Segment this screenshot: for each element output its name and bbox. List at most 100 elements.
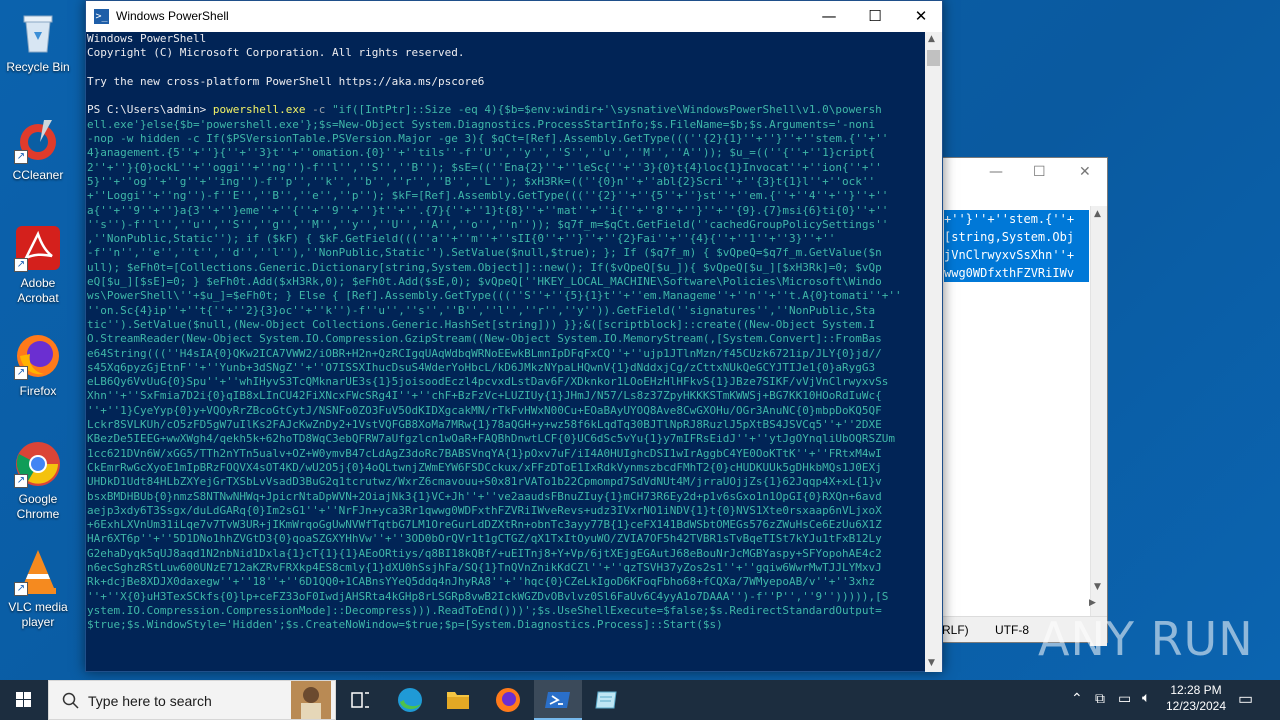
selected-text-line: [string,System.Obj (944, 228, 1089, 246)
console-line: Lckr8SVLKUh/cO5zFD5gW7uIlKs2FAJcKwZnDy2+… (87, 418, 926, 432)
minimize-button[interactable]: — (806, 1, 852, 32)
shortcut-arrow-icon: ↗ (14, 150, 28, 164)
console-line: CkEmrRwGcXyoE1mIpBRzFOQVX4sOT4KD/wU2O5j{… (87, 461, 926, 475)
chrome-icon: ↗ (14, 440, 62, 488)
console-text-segment: Xhn''+''SxFmia7D2i{0}qIB8xLInCU42FiXNcxF… (87, 389, 882, 403)
console-text-segment: powershell.exe (212, 103, 306, 117)
desktop-icon-label: VLC media player (8, 600, 68, 629)
scroll-down-icon[interactable]: ▼ (928, 658, 935, 668)
shortcut-arrow-icon: ↗ (14, 582, 28, 596)
console-line: +6ExhLXVnUm31iLqe7v7TvW3UR+jIKmWrqoGgUwN… (87, 518, 926, 532)
console-text-segment: UHDkD1Udt84HLbZXYejGrTXSbLvVsadD3BuG2q1t… (87, 475, 882, 489)
clock-time: 12:28 PM (1170, 683, 1222, 697)
task-view-icon (351, 692, 369, 708)
desktop-icon-recycle-bin[interactable]: Recycle Bin (0, 8, 76, 75)
notepad-window[interactable]: — ☐ ✕ +''}''+''stem.{''+ [string,System.… (940, 157, 1108, 646)
desktop: Recycle Bin ↗ CCleaner ↗ Adobe Acrobat ↗… (0, 0, 1280, 680)
console-line: ell.exe'}else{$b='powershell.exe'};$s=Ne… (87, 118, 926, 132)
console-text-segment: Try the new cross-platform PowerShell ht… (87, 74, 485, 88)
scroll-up-icon[interactable]: ▲ (1094, 209, 1101, 219)
scroll-up-icon[interactable]: ▲ (928, 34, 935, 44)
console-text-segment: ws\PowerShell\''+$u_]=$eFh0t; } Else { [… (87, 289, 902, 303)
recycle-bin-icon (14, 8, 62, 56)
console-line: eLB6Qy6VvUuG{0}Spu''+''whIHyvS3TcQMknarU… (87, 375, 926, 389)
notepad-vertical-scrollbar[interactable]: ▲ ▼ ▶ (1089, 206, 1107, 646)
scroll-down-icon[interactable]: ▼ (1094, 582, 1101, 592)
console-text-segment: 2''+''}{0}ockL''+''oggi''+''ng'')-f''l''… (87, 160, 882, 174)
window-title: Windows PowerShell (116, 9, 229, 23)
console-line: ,''NonPublic,Static''); if ($kF) { $kF.G… (87, 232, 926, 246)
notepad-titlebar[interactable]: — ☐ ✕ (941, 158, 1107, 188)
minimize-icon[interactable]: — (989, 164, 1003, 180)
taskbar-edge[interactable] (386, 680, 434, 720)
selected-text-line: +''}''+''stem.{''+ (944, 210, 1089, 228)
edge-icon (398, 688, 422, 712)
task-view-button[interactable] (336, 680, 384, 720)
console-text-segment: e64String(((''H4sIA{0}QKw2ICA7VWW2/iOBR+… (87, 346, 882, 360)
powershell-icon (545, 692, 570, 708)
taskbar-search-box[interactable]: Type here to search (48, 680, 336, 720)
console-line: HAr6XT6p''+''5D1DNo1hhZVGtD3{0}qoaSZGXYH… (87, 532, 926, 546)
desktop-icon-vlc[interactable]: ↗ VLC media player (0, 548, 76, 630)
taskbar-powershell[interactable] (534, 680, 582, 720)
powershell-window[interactable]: >_ Windows PowerShell — ☐ ✕ Windows Powe… (85, 0, 943, 672)
console-output[interactable]: Windows PowerShell Copyright (C) Microsof… (86, 32, 926, 672)
scroll-right-icon[interactable]: ▶ (1089, 598, 1096, 608)
console-line: ''+''X{0}uH3TexSCkfs{0}lp+ceFZ33oF0IwdjA… (87, 590, 926, 604)
powershell-titlebar[interactable]: >_ Windows PowerShell — ☐ ✕ (86, 1, 942, 32)
taskbar-notepad[interactable] (582, 680, 630, 720)
console-line: bsxBMDHBUb{0}nmzS8NTNwNHWq+JpicrNtaDpWVN… (87, 490, 926, 504)
console-text-segment: CkEmrRwGcXyoE1mIpBRzFOQVX4sOT4KD/wU2O5j{… (87, 460, 882, 474)
vlc-icon: ↗ (14, 548, 62, 596)
console-line: ws\PowerShell\''+$u_]=$eFh0t; } Else { [… (87, 289, 926, 303)
ethernet-icon[interactable]: ▭ (1118, 690, 1131, 707)
desktop-icon-label: CCleaner (12, 168, 64, 182)
show-hidden-icons-icon[interactable]: ⌃ (1071, 690, 1083, 707)
close-icon[interactable]: ✕ (1079, 164, 1091, 180)
console-line: ''on.Sc{4}ip''+''t{''+''2}{3}oc''+''k'')… (87, 304, 926, 318)
desktop-icon-chrome[interactable]: ↗ Google Chrome (0, 440, 76, 522)
folder-icon (447, 692, 469, 709)
console-text-segment: "if([IntPtr]::Size -eq 4){$b=$env:windir… (332, 103, 882, 117)
notification-center-icon[interactable]: ▭ (1238, 689, 1253, 709)
network-status-icon[interactable]: ⧉ (1095, 690, 1105, 707)
notepad-text-area[interactable]: +''}''+''stem.{''+ [string,System.Obj jV… (944, 210, 1089, 282)
desktop-icon-label: Firefox (19, 384, 57, 398)
search-highlight-image-icon (291, 681, 331, 719)
console-line: aejp3xdy6T3Ssgx/duLdGARq{0}Im2sG1''+''Nr… (87, 504, 926, 518)
adobe-acrobat-icon: ↗ (14, 224, 62, 272)
console-text-segment: 5}''+''og''+''g''+''ing'')-f''p'',''k'',… (87, 174, 876, 188)
console-text-segment: s45Xq6pyzGjEtnF''+''Yunb+3dSNgZ''+''O7IS… (87, 360, 876, 374)
close-button[interactable]: ✕ (898, 1, 944, 32)
taskbar-firefox[interactable] (484, 680, 532, 720)
console-line: Rk+dcjBe8XDJX0daxegw''+''18''+''6D1QQ0+1… (87, 575, 926, 589)
console-line: eQ[$u_][$sE]=0; } $eFh0t.Add($xH3Rk,0); … (87, 275, 926, 289)
console-text-segment: $true;$s.WindowStyle='Hidden';$s.CreateN… (87, 618, 723, 632)
maximize-button[interactable]: ☐ (852, 1, 898, 32)
volume-icon[interactable]: 🔈︎ (1142, 689, 1150, 706)
console-text-segment: ''on.Sc{4}ip''+''t{''+''2}{3}oc''+''k'')… (87, 303, 876, 317)
scrollbar-thumb[interactable] (927, 50, 940, 66)
system-clock[interactable]: 12:28 PM 12/23/2024 (1164, 683, 1228, 713)
maximize-icon[interactable]: ☐ (1033, 164, 1046, 180)
desktop-icon-adobe-acrobat[interactable]: ↗ Adobe Acrobat (0, 224, 76, 306)
console-line: O.StreamReader(New-Object System.IO.Comp… (87, 332, 926, 346)
watermark: ANY RUN (1038, 612, 1254, 666)
console-line: Copyright (C) Microsoft Corporation. All… (87, 46, 926, 60)
console-line: e64String(((''H4sIA{0}QKw2ICA7VWW2/iOBR+… (87, 347, 926, 361)
start-button[interactable] (0, 680, 48, 720)
desktop-icon-label: Google Chrome (16, 492, 60, 521)
console-text-segment: ,''NonPublic,Static''); if ($kF) { $kF.G… (87, 232, 836, 246)
console-line: Windows PowerShell (87, 32, 926, 46)
console-line: G2ehaDyqk5qUJ8aqd1N2nbNid1Dxla{1}cT{1}{1… (87, 547, 926, 561)
console-line: $true;$s.WindowStyle='Hidden';$s.CreateN… (87, 618, 926, 632)
selected-text-line: wwg0WDfxthFZVRiIWv (944, 264, 1089, 282)
powershell-icon: >_ (94, 9, 109, 24)
console-line: ''s'')-f''l'',''u'',''S'',''g'',''M'',''… (87, 218, 926, 232)
console-text-segment: Windows PowerShell (87, 32, 207, 45)
taskbar-file-explorer[interactable] (434, 680, 482, 720)
desktop-icon-ccleaner[interactable]: ↗ CCleaner (0, 116, 76, 183)
clock-date: 12/23/2024 (1165, 699, 1227, 713)
desktop-icon-firefox[interactable]: ↗ Firefox (0, 332, 76, 399)
console-vertical-scrollbar[interactable]: ▲ ▼ (925, 32, 942, 672)
